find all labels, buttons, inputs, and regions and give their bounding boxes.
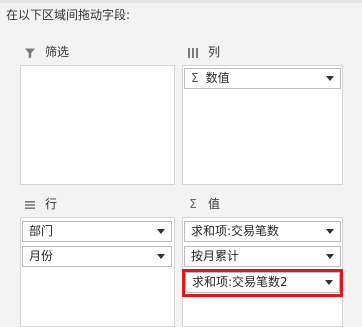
filter-drop-area[interactable] [20,65,175,185]
values-zone-header: Σ 值 [187,195,220,213]
value-field-label: 求和项:交易笔数 [191,224,280,238]
rows-zone-header: 行 [24,195,57,213]
value-field-label: 求和项:交易笔数2 [192,275,288,289]
panel-top-edge [0,0,362,3]
filter-zone-header: 筛选 [24,43,69,61]
value-field-sum-transactions[interactable]: 求和项:交易笔数 [184,221,341,242]
chevron-down-icon[interactable] [326,229,334,234]
column-field-label: 数值 [205,71,230,85]
row-field-label: 部门 [29,224,54,238]
sigma-icon: Σ [191,71,199,85]
chevron-down-icon[interactable] [326,254,334,259]
chevron-down-icon[interactable] [157,229,165,234]
columns-icon [187,46,199,58]
chevron-down-icon[interactable] [157,254,165,259]
row-field-label: 月份 [29,249,54,263]
columns-zone-title: 列 [208,45,221,59]
sigma-icon: Σ [189,197,197,211]
chevron-down-icon[interactable] [326,76,334,81]
row-field-month[interactable]: 月份 [22,246,172,267]
value-field-label: 按月累计 [191,249,240,263]
rows-zone-title: 行 [45,197,58,211]
column-field-values[interactable]: Σ 数值 [184,68,341,89]
filter-zone-title: 筛选 [45,45,70,59]
chevron-down-icon[interactable] [325,280,333,285]
drag-fields-instruction: 在以下区域间拖动字段: [6,8,131,22]
row-field-department[interactable]: 部门 [22,221,172,242]
rows-icon [24,198,36,210]
value-field-monthly-cumulative[interactable]: 按月累计 [184,246,341,267]
columns-zone-header: 列 [187,43,220,61]
filter-icon [24,46,36,59]
value-field-sum-transactions-2[interactable]: 求和项:交易笔数2 [185,272,340,293]
values-zone-title: 值 [208,197,221,211]
